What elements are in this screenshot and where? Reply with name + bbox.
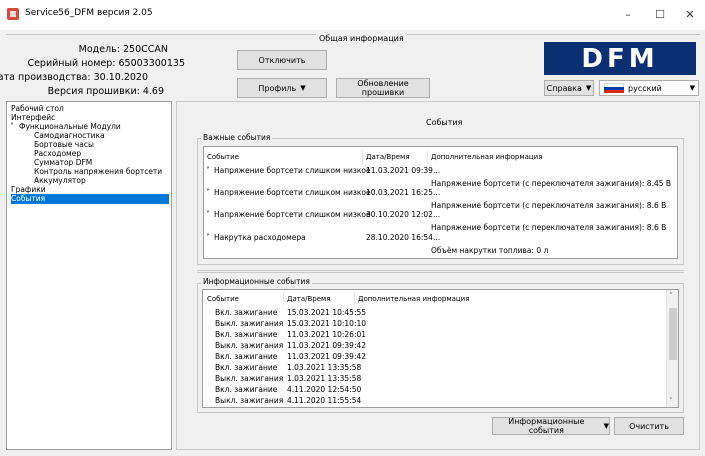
important-row-event[interactable]: Напряжение бортсети слишком низкое <box>214 210 371 219</box>
info-row-event[interactable]: Вкл. зажигание <box>215 385 277 394</box>
tree-expander-icon[interactable]: ˅ <box>10 122 14 132</box>
firmware-version-label: Версия прошивки: 4.69 <box>47 86 164 97</box>
info-row-event[interactable]: Вкл. зажигание <box>215 330 277 339</box>
column-header-info[interactable]: Дополнительная информация <box>431 153 542 161</box>
row-expander-icon[interactable]: ˅ <box>206 188 210 197</box>
tree-item-events[interactable]: События <box>11 194 169 204</box>
info-row-datetime[interactable]: 1.03.2021 13:35:58 <box>287 374 361 383</box>
info-row-datetime[interactable]: 15.03.2021 10:10:10 <box>287 319 366 328</box>
chevron-down-icon: ▼ <box>300 84 306 92</box>
info-row-datetime[interactable]: 11.03.2021 10:26:01 <box>287 330 366 339</box>
chevron-down-icon: ▼ <box>689 84 695 92</box>
navigation-tree[interactable]: Рабочий стол Интерфейс ˅ Функциональные … <box>6 101 172 450</box>
clear-button-label: Очистить <box>629 421 669 431</box>
close-button[interactable]: ✕ <box>676 6 704 24</box>
model-label: Модель: 250CCAN <box>78 44 168 55</box>
info-row-datetime[interactable]: 1.03.2021 13:35:58 <box>287 363 361 372</box>
column-header-event[interactable]: Событие <box>207 295 239 303</box>
firmware-update-button-label: Обновление прошивки <box>357 79 409 97</box>
info-row-event[interactable]: Вкл. зажигание <box>215 352 277 361</box>
date-label: Дата производства: 30.10.2020 <box>0 72 148 83</box>
important-row-datetime[interactable]: 10.03.2021 16:25... <box>366 188 440 197</box>
general-info-title: Общая информация <box>316 34 407 43</box>
info-events-filter-button[interactable]: Информационные события ▼ <box>492 417 610 435</box>
events-title: События <box>426 118 463 127</box>
info-row-datetime[interactable]: 4.11.2020 12:54:50 <box>287 385 361 394</box>
profile-button[interactable]: Профиль ▼ <box>237 78 327 98</box>
vertical-scrollbar[interactable]: ˄ ˅ <box>666 290 678 407</box>
language-select[interactable]: русский ▼ <box>599 80 699 96</box>
important-row-datetime[interactable]: 30.10.2020 12:02... <box>366 210 440 219</box>
app-icon <box>7 8 19 20</box>
scroll-up-icon[interactable]: ˄ <box>669 292 673 300</box>
profile-button-label: Профиль <box>258 83 297 93</box>
column-divider[interactable] <box>362 150 363 164</box>
row-expander-icon[interactable]: ˅ <box>206 210 210 219</box>
row-expander-icon[interactable]: ˅ <box>206 166 210 175</box>
disconnect-button-label: Отключить <box>258 55 306 65</box>
info-events-table[interactable]: Событие Дата/Время Дополнительная информ… <box>202 289 679 408</box>
important-row-event[interactable]: Напряжение бортсети слишком низкое <box>214 188 371 197</box>
important-row-event[interactable]: Напряжение бортсети слишком низкое <box>214 166 371 175</box>
info-row-datetime[interactable]: 11.03.2021 09:39:42 <box>287 341 366 350</box>
dfm-logo: DFM <box>544 42 696 75</box>
important-row-event[interactable]: Накрутка расходомера <box>214 233 306 242</box>
clear-button[interactable]: Очистить <box>614 417 684 435</box>
column-divider[interactable] <box>354 292 355 305</box>
info-row-datetime[interactable]: 11.03.2021 09:39:42 <box>287 352 366 361</box>
info-row-event[interactable]: Вкл. зажигание <box>215 363 277 372</box>
info-row-datetime[interactable]: 4.11.2020 11:55:54 <box>287 396 361 405</box>
column-header-datetime[interactable]: Дата/Время <box>366 153 410 161</box>
splitter-handle[interactable] <box>197 270 684 273</box>
important-row-info[interactable]: Напряжение бортсети (с переключателя заж… <box>431 179 671 188</box>
info-row-event[interactable]: Выкл. зажигания <box>215 374 283 383</box>
scroll-down-icon[interactable]: ˅ <box>669 397 673 405</box>
important-events-table[interactable]: Событие Дата/Время Дополнительная информ… <box>203 146 678 259</box>
row-expander-icon[interactable]: ˅ <box>206 233 210 242</box>
help-button[interactable]: Справка ▼ <box>544 80 594 96</box>
chevron-down-icon: ▼ <box>603 422 609 430</box>
column-divider[interactable] <box>427 150 428 164</box>
important-row-datetime[interactable]: 11.03.2021 09:39... <box>366 166 440 175</box>
important-row-datetime[interactable]: 28.10.2020 16:54... <box>366 233 440 242</box>
scrollbar-thumb[interactable] <box>669 308 677 360</box>
info-row-datetime[interactable]: 15.03.2021 10:45:55 <box>287 308 366 317</box>
logo-text: DFM <box>581 43 659 74</box>
important-row-info[interactable]: Объём накрутки топлива: 0 л <box>431 246 548 255</box>
window-titlebar[interactable]: Service56_DFM версия 2.05 – ☐ ✕ <box>0 0 705 30</box>
language-value: русский <box>628 83 662 93</box>
column-header-info[interactable]: Дополнительная информация <box>358 295 469 303</box>
russia-flag-icon <box>604 82 624 94</box>
important-row-info[interactable]: Напряжение бортсети (с переключателя заж… <box>431 201 666 210</box>
chevron-down-icon: ▼ <box>585 84 592 92</box>
help-button-label: Справка <box>546 83 582 93</box>
info-row-event[interactable]: Выкл. зажигания <box>215 319 283 328</box>
disconnect-button[interactable]: Отключить <box>237 50 327 70</box>
firmware-update-button[interactable]: Обновление прошивки <box>336 78 430 98</box>
serial-label: Серийный номер: 65003300135 <box>27 58 185 69</box>
important-events-label: Важные события <box>201 133 273 142</box>
info-row-event[interactable]: Выкл. зажигания <box>215 341 283 350</box>
important-row-info[interactable]: Напряжение бортсети (с переключателя заж… <box>431 223 666 232</box>
column-divider[interactable] <box>283 292 284 305</box>
info-row-event[interactable]: Выкл. зажигания <box>215 396 283 405</box>
info-events-filter-label: Информационные события <box>508 417 585 435</box>
info-events-label: Информационные события <box>201 277 312 286</box>
window-title: Service56_DFM версия 2.05 <box>25 8 153 18</box>
minimize-button[interactable]: – <box>614 6 642 24</box>
info-row-event[interactable]: Вкл. зажигание <box>215 308 277 317</box>
column-header-datetime[interactable]: Дата/Время <box>287 295 331 303</box>
column-header-event[interactable]: Событие <box>207 153 239 161</box>
maximize-button[interactable]: ☐ <box>646 6 674 24</box>
